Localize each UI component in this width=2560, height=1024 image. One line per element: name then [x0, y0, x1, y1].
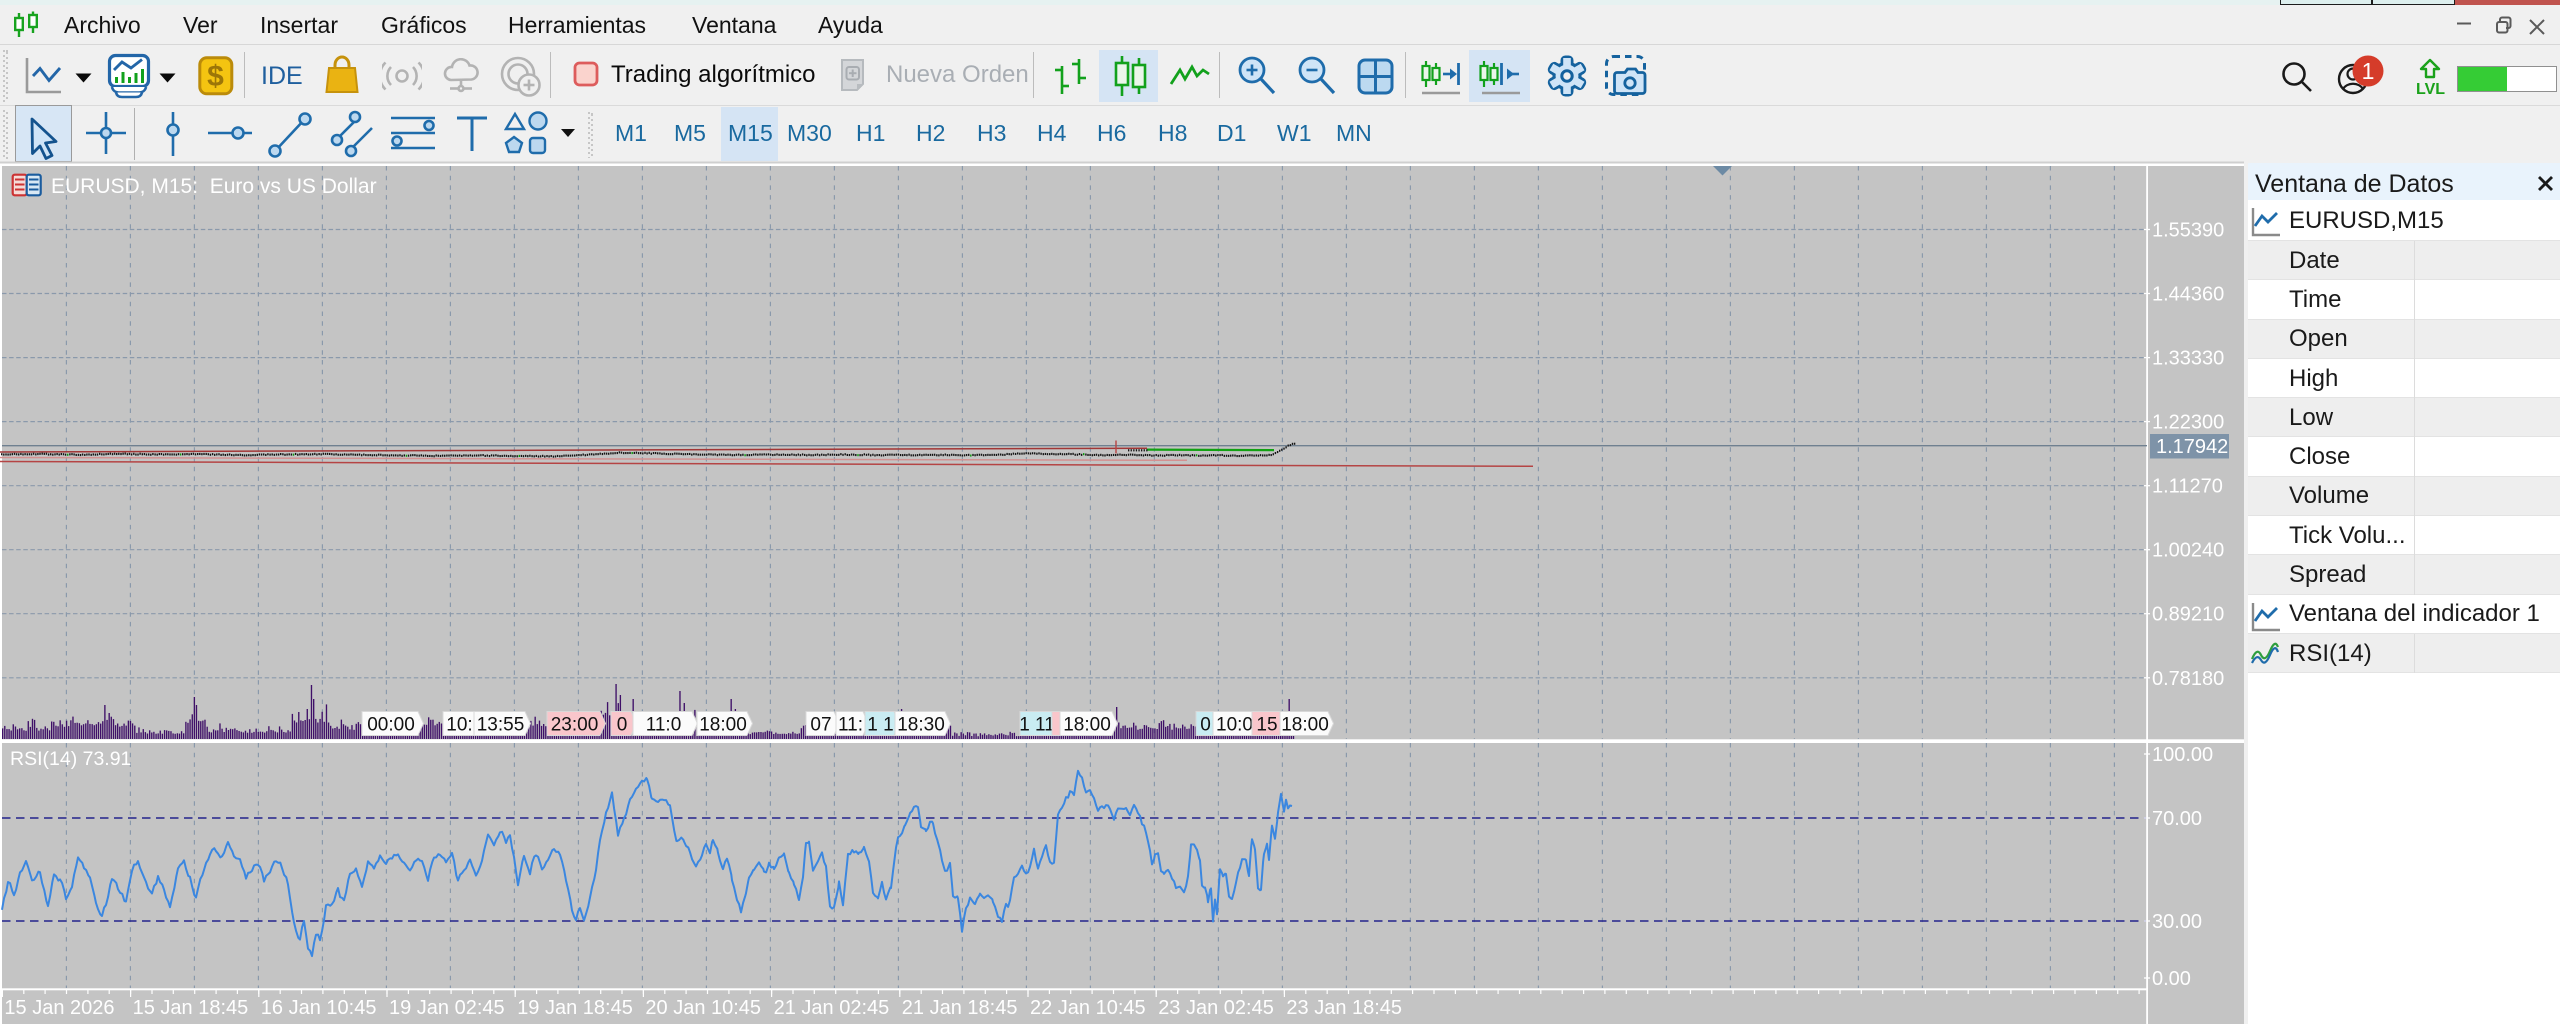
svg-text:1 11: 1 11 — [1019, 715, 1055, 736]
svg-text:11:: 11: — [838, 715, 863, 736]
svg-text:0.78180: 0.78180 — [2152, 668, 2224, 690]
svg-text:100.00: 100.00 — [2152, 744, 2213, 766]
svg-text:LVL: LVL — [2417, 81, 2445, 98]
svg-text:19 Jan 18:45: 19 Jan 18:45 — [517, 997, 633, 1019]
svg-text:1.55390: 1.55390 — [2152, 220, 2224, 242]
svg-text:20 Jan 10:45: 20 Jan 10:45 — [645, 997, 761, 1019]
svg-text:30.00: 30.00 — [2152, 911, 2202, 933]
svg-text:15 Jan 2026: 15 Jan 2026 — [4, 997, 114, 1019]
svg-text:22 Jan 10:45: 22 Jan 10:45 — [1030, 997, 1146, 1019]
svg-text:10:0: 10:0 — [1216, 715, 1253, 736]
svg-text:23 Jan 18:45: 23 Jan 18:45 — [1286, 997, 1402, 1019]
svg-text:1.22300: 1.22300 — [2152, 412, 2224, 434]
svg-text:1.17942: 1.17942 — [2156, 436, 2228, 458]
svg-text:70.00: 70.00 — [2152, 808, 2202, 830]
svg-text:23:00: 23:00 — [551, 715, 599, 736]
svg-text:1.00240: 1.00240 — [2152, 540, 2224, 562]
svg-text:15: 15 — [1256, 715, 1277, 736]
svg-text:11:0: 11:0 — [646, 715, 682, 736]
svg-text:18:00: 18:00 — [699, 715, 747, 736]
svg-text:RSI(14) 73.91: RSI(14) 73.91 — [10, 748, 131, 770]
svg-text:0: 0 — [1200, 715, 1211, 736]
svg-text:0.89210: 0.89210 — [2152, 604, 2224, 626]
svg-text:19 Jan 02:45: 19 Jan 02:45 — [389, 997, 505, 1019]
svg-text:16 Jan 10:45: 16 Jan 10:45 — [261, 997, 377, 1019]
svg-text:23 Jan 02:45: 23 Jan 02:45 — [1158, 997, 1274, 1019]
svg-text:18:00: 18:00 — [1281, 715, 1329, 736]
svg-text:10:: 10: — [446, 715, 472, 736]
svg-text:18:30: 18:30 — [897, 715, 945, 736]
svg-text:1: 1 — [2362, 58, 2375, 84]
svg-text:21 Jan 02:45: 21 Jan 02:45 — [774, 997, 890, 1019]
svg-text:1.11270: 1.11270 — [2152, 476, 2223, 498]
svg-text:EURUSD, M15: Euro vs US Dolla: EURUSD, M15: Euro vs US Dollar — [51, 175, 377, 198]
svg-text:1.33330: 1.33330 — [2152, 348, 2224, 370]
svg-text:00:00: 00:00 — [367, 715, 415, 736]
svg-text:1.44360: 1.44360 — [2152, 284, 2224, 306]
svg-text:0: 0 — [617, 715, 628, 736]
svg-text:1 1: 1 1 — [867, 715, 893, 736]
svg-text:07: 07 — [810, 715, 831, 736]
svg-text:0.00: 0.00 — [2152, 968, 2191, 990]
svg-text:15 Jan 18:45: 15 Jan 18:45 — [133, 997, 249, 1019]
svg-text:18:00: 18:00 — [1063, 715, 1111, 736]
svg-text:13:55: 13:55 — [477, 715, 525, 736]
svg-text:21 Jan 18:45: 21 Jan 18:45 — [902, 997, 1018, 1019]
